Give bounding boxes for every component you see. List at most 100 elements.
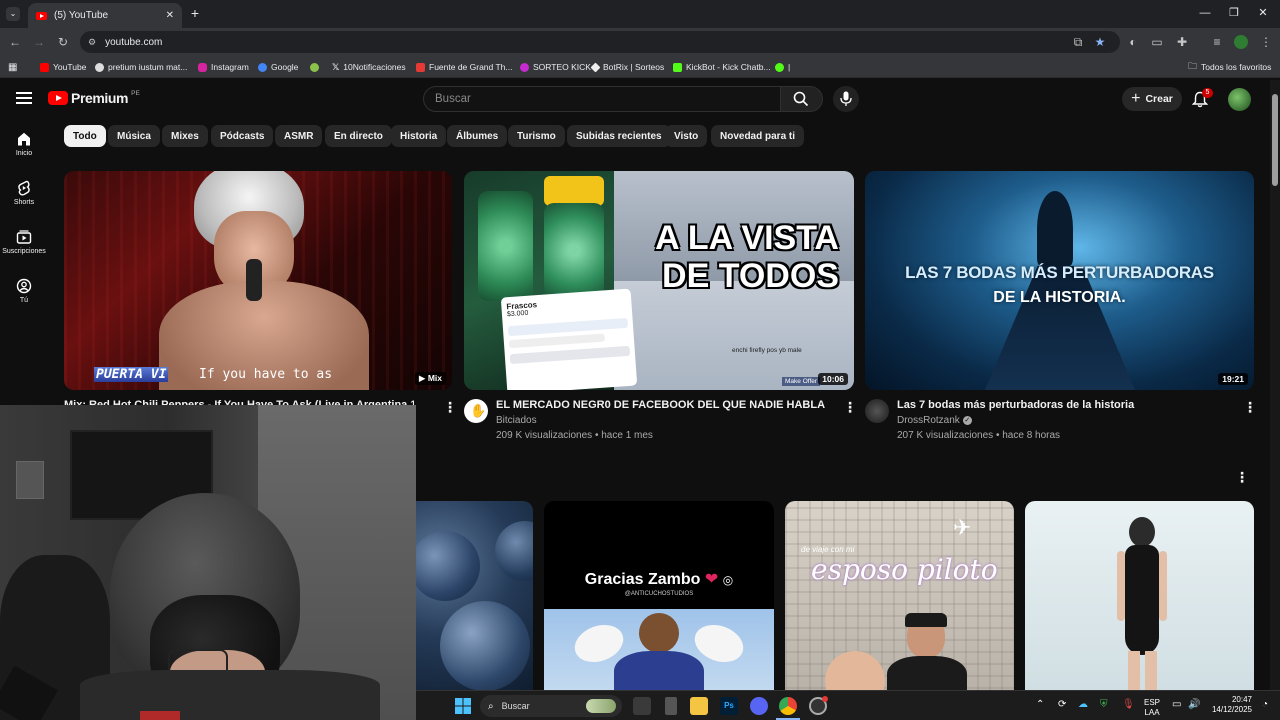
short-thumbnail[interactable]: [1025, 501, 1254, 690]
app-icon[interactable]: [665, 697, 677, 715]
guide-item-subscriptions[interactable]: Suscripciones: [0, 229, 48, 255]
channel-avatar[interactable]: [865, 399, 889, 423]
bookmark-item[interactable]: [310, 60, 323, 74]
display-icon[interactable]: ▭: [1172, 699, 1181, 710]
site-info-icon[interactable]: ⚙: [88, 37, 96, 48]
bookmark-item[interactable]: Instagram: [198, 60, 249, 74]
file-explorer-icon[interactable]: [690, 697, 708, 715]
tray-overflow-icon[interactable]: ⌃: [1036, 699, 1044, 710]
scrollbar-thumb[interactable]: [1272, 94, 1278, 186]
chip-podcasts[interactable]: Pódcasts: [211, 125, 274, 147]
guide-item-home[interactable]: Inicio: [0, 131, 48, 157]
chip-novedad-para-ti[interactable]: Novedad para ti: [711, 125, 805, 147]
tab-search-button[interactable]: ⌄: [6, 7, 20, 21]
video-duration: 10:06: [818, 373, 848, 385]
chip-turismo[interactable]: Turismo: [508, 125, 565, 147]
chip-visto[interactable]: Visto: [665, 125, 708, 147]
browser-tab-youtube[interactable]: (5) YouTube ✕: [28, 3, 182, 28]
chip-mixes[interactable]: Mixes: [162, 125, 208, 147]
reload-icon[interactable]: ↻: [55, 34, 71, 50]
short-overlay-text: esposo piloto: [811, 553, 998, 586]
video-thumbnail[interactable]: A LA VISTA DE TODOS Frascos $3.000 enchi…: [464, 171, 854, 390]
chrome-icon[interactable]: [779, 697, 797, 715]
start-button[interactable]: [454, 697, 472, 715]
chip-historia[interactable]: Historia: [391, 125, 447, 147]
video-thumbnail[interactable]: LAS 7 BODAS MÁS PERTURBADORAS DE LA HIST…: [865, 171, 1254, 390]
channel-name[interactable]: Bitciados: [496, 415, 537, 426]
page-scrollbar[interactable]: [1270, 80, 1280, 690]
back-icon[interactable]: ←: [7, 34, 23, 50]
chip-en-directo[interactable]: En directo: [325, 125, 392, 147]
channel-avatar[interactable]: ✋: [464, 399, 488, 423]
guide-item-you[interactable]: Tú: [0, 278, 48, 304]
extensions-puzzle-icon[interactable]: ✚: [1174, 34, 1190, 50]
hamburger-menu-icon[interactable]: [16, 91, 32, 105]
video-metadata: 209 K visualizaciones • hace 1 mes: [496, 430, 653, 441]
hand-logo-icon: ✋: [470, 403, 487, 418]
search-input[interactable]: Buscar: [423, 86, 781, 112]
taskbar-search[interactable]: ⌕ Buscar: [480, 695, 622, 717]
short-thumbnail[interactable]: Gracias Zambo ❤ ◎ @ANTICUCHOSTUDIOS: [544, 501, 774, 690]
photoshop-icon[interactable]: Ps: [720, 697, 738, 715]
notifications-button[interactable]: 5: [1191, 88, 1213, 109]
clock[interactable]: 20:47 14/12/2025: [1206, 695, 1252, 715]
video-title[interactable]: Las 7 bodas más perturbadoras de la hist…: [897, 399, 1134, 411]
video-thumbnail[interactable]: PUERTA VI If you have to as ▶ Mix: [64, 171, 452, 390]
person-shoulders: [80, 670, 380, 720]
video-title[interactable]: EL MERCADO NEGR0 DE FACEBOOK DEL QUE NAD…: [496, 399, 825, 411]
more-actions-icon[interactable]: ⋮: [1243, 400, 1257, 414]
profile-avatar[interactable]: [1234, 35, 1248, 49]
tray-app-icon[interactable]: ⟳: [1058, 699, 1066, 710]
forward-icon[interactable]: →: [31, 34, 47, 50]
bookmark-item[interactable]: KickBot - Kick Chatb...: [673, 60, 771, 74]
shelf-more-icon[interactable]: ⋮: [1235, 470, 1249, 484]
more-actions-icon[interactable]: ⋮: [443, 400, 457, 414]
account-avatar[interactable]: [1228, 88, 1251, 111]
channel-name[interactable]: DrossRotzank ✓: [897, 415, 972, 426]
all-bookmarks-folder[interactable]: 🗀 Todos los favoritos: [1188, 60, 1271, 74]
volume-icon[interactable]: 🔊: [1188, 699, 1200, 710]
chip-albumes[interactable]: Álbumes: [447, 125, 508, 147]
voice-search-button[interactable]: [833, 86, 859, 112]
chip-todo[interactable]: Todo: [64, 125, 106, 147]
extension-icon[interactable]: ▭: [1149, 34, 1165, 50]
search-button[interactable]: [781, 86, 823, 112]
chip-asmr[interactable]: ASMR: [275, 125, 323, 147]
google-bookmark-icon: [258, 62, 267, 72]
more-actions-icon[interactable]: ⋮: [843, 400, 857, 414]
short-thumbnail[interactable]: de viaje con mi esposo piloto ✈: [785, 501, 1014, 690]
close-window-button[interactable]: ✕: [1253, 5, 1273, 21]
bookmark-item[interactable]: YouTube: [40, 60, 86, 74]
short-thumbnail[interactable]: [400, 501, 533, 690]
discord-icon[interactable]: [750, 697, 768, 715]
input-language[interactable]: ESP LAA: [1144, 698, 1160, 718]
minimize-button[interactable]: —: [1195, 5, 1215, 21]
close-tab-icon[interactable]: ✕: [166, 10, 174, 21]
bookmark-item[interactable]: 𝕏 10Notificaciones: [332, 60, 406, 74]
address-bar[interactable]: ⚙ youtube.com: [80, 31, 1120, 53]
bookmark-item[interactable]: Google: [258, 60, 298, 74]
bookmark-item[interactable]: |: [775, 60, 790, 74]
new-tab-button[interactable]: +: [188, 5, 202, 21]
notification-center-icon[interactable]: ◔: [1262, 699, 1268, 710]
browser-menu-icon[interactable]: ⋮: [1258, 34, 1274, 50]
onedrive-icon[interactable]: ☁: [1078, 699, 1088, 710]
apps-grid-icon[interactable]: ▦: [8, 60, 17, 74]
task-view-icon[interactable]: [633, 697, 651, 715]
create-button[interactable]: + Crear: [1122, 87, 1182, 111]
restore-button[interactable]: ❐: [1224, 5, 1244, 21]
install-app-icon[interactable]: ⧉: [1070, 34, 1086, 50]
chip-subidas-recientes[interactable]: Subidas recientes: [567, 125, 671, 147]
guide-item-shorts[interactable]: Shorts: [0, 180, 48, 206]
bookmark-star-icon[interactable]: ★: [1092, 34, 1108, 50]
bookmark-item[interactable]: BotRix | Sorteos: [590, 60, 664, 74]
bookmark-item[interactable]: SORTEO KICK: [520, 60, 591, 74]
youtube-logo[interactable]: Premium PE: [48, 90, 140, 106]
security-icon[interactable]: ⛨: [1100, 699, 1108, 710]
reading-list-icon[interactable]: ≡: [1209, 34, 1225, 50]
chip-musica[interactable]: Música: [108, 125, 160, 147]
extension-icon[interactable]: ◐: [1125, 34, 1141, 50]
bookmark-item[interactable]: Fuente de Grand Th...: [416, 60, 512, 74]
bookmark-item[interactable]: pretium iustum mat...: [95, 60, 187, 74]
microphone-icon[interactable]: 🎙: [1122, 699, 1135, 710]
